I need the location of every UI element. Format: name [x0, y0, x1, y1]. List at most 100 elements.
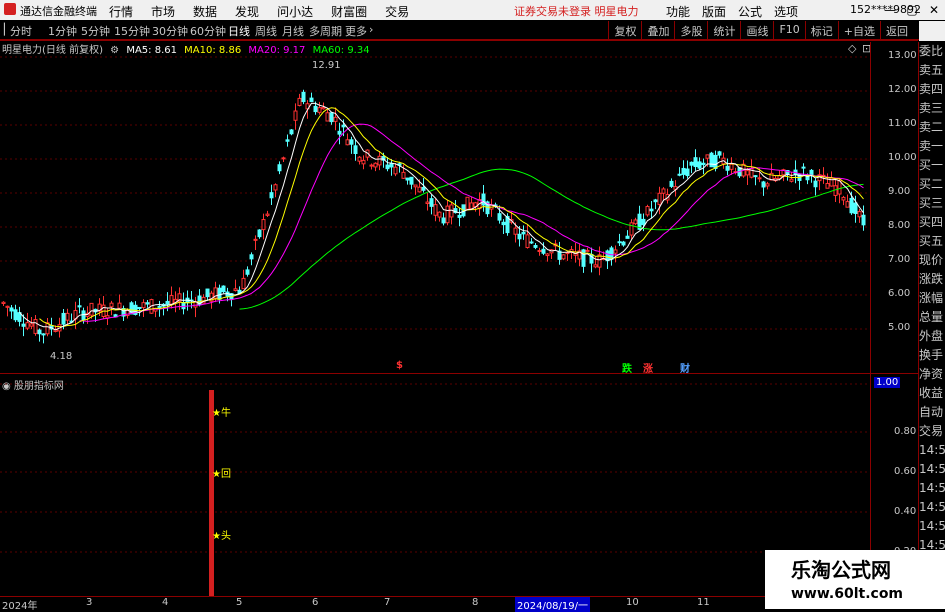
app-title: 通达信金融终端: [20, 5, 97, 18]
menu-wealth[interactable]: 财富圈: [322, 3, 376, 20]
minimize-icon[interactable]: —: [879, 0, 901, 20]
maximize-icon[interactable]: ▢: [901, 0, 923, 20]
menu-function[interactable]: 功能: [660, 3, 696, 20]
price-tick: 9.00: [888, 186, 911, 197]
adjust-button[interactable]: 复权: [608, 21, 641, 39]
candle-body: [597, 254, 602, 268]
menu-layout[interactable]: 版面: [696, 3, 732, 20]
price-tick: 10.00: [888, 152, 917, 163]
price-grid: [0, 56, 870, 330]
candle-body: [117, 302, 122, 309]
candle-body: [753, 175, 758, 178]
quote-field: 涨幅: [919, 291, 944, 305]
candle-body: [249, 254, 254, 260]
mark-button[interactable]: 标记: [804, 21, 838, 39]
candle-body: [585, 249, 590, 252]
quote-field: 买一: [919, 158, 944, 172]
candle-body: [21, 323, 26, 327]
back-button[interactable]: 返回: [880, 21, 913, 39]
pullback-signal: ★回: [212, 469, 231, 480]
quote-field: 14:56: [919, 462, 945, 476]
candle-body: [661, 188, 666, 194]
menu-data[interactable]: 数据: [184, 3, 226, 20]
period-weekly[interactable]: 周线: [255, 23, 277, 39]
period-daily[interactable]: 日线: [228, 23, 250, 39]
candle-body: [313, 105, 318, 113]
close-icon[interactable]: ✕: [923, 0, 945, 20]
candle-body: [89, 302, 94, 316]
overlay-button[interactable]: 叠加: [641, 21, 674, 39]
menu-formula[interactable]: 公式: [732, 3, 768, 20]
candle-body: [325, 112, 330, 122]
candle-body: [61, 312, 66, 325]
candle-body: [353, 145, 358, 155]
quote-field: 买二: [919, 177, 944, 191]
quote-field: 买五: [919, 234, 944, 248]
quote-field: 换手: [919, 348, 944, 362]
period-intraday[interactable]: 分时: [10, 23, 32, 39]
period-60min[interactable]: 60分钟: [190, 23, 226, 39]
candle-body: [729, 163, 734, 170]
candle-body: [401, 171, 406, 179]
period-30min[interactable]: 30分钟: [152, 23, 188, 39]
candle-body: [105, 315, 110, 319]
multi-stock-button[interactable]: 多股: [674, 21, 707, 39]
dividend-marker[interactable]: $: [396, 360, 403, 371]
candle-body: [369, 164, 374, 167]
indicator-tick: 0.80: [894, 426, 917, 437]
quote-field: 14:56: [919, 443, 945, 457]
candle-body: [813, 180, 818, 188]
candle-body: [349, 139, 354, 145]
candle-body: [9, 307, 14, 312]
candle-body: [629, 222, 634, 236]
candle-body: [861, 214, 866, 226]
candle-body: [357, 156, 362, 162]
quote-field: 卖三: [919, 101, 944, 115]
menu-ask[interactable]: 问小达: [268, 3, 322, 20]
candle-body: [433, 204, 438, 216]
menu-options[interactable]: 选项: [768, 3, 804, 20]
menu-market[interactable]: 市场: [142, 3, 184, 20]
toolbar-right: 复权 叠加 多股 统计 画线 F10 标记 +自选 返回: [608, 21, 913, 39]
candle-body: [497, 213, 502, 221]
draw-line-button[interactable]: 画线: [740, 21, 773, 39]
candle-body: [633, 219, 638, 225]
candle-body: [765, 183, 770, 187]
candle-body: [361, 159, 366, 165]
price-tick: 12.00: [888, 84, 917, 95]
date-tick: 5: [236, 597, 243, 608]
candle-body: [613, 249, 618, 254]
date-tick: 7: [384, 597, 391, 608]
candle-body: [169, 295, 174, 305]
quote-field: 卖五: [919, 63, 944, 77]
candle-body: [693, 157, 698, 168]
chart-settings-icon[interactable]: ◇: [848, 42, 856, 55]
period-15min[interactable]: 15分钟: [114, 23, 150, 39]
candle-body: [465, 196, 470, 210]
more-chevron-icon[interactable]: ›: [369, 23, 373, 36]
period-more[interactable]: 更多: [345, 23, 367, 39]
candle-body: [245, 269, 250, 275]
candle-body: [533, 245, 538, 248]
period-5min[interactable]: 5分钟: [81, 23, 110, 39]
statistics-button[interactable]: 统计: [707, 21, 740, 39]
period-monthly[interactable]: 月线: [282, 23, 304, 39]
period-multi[interactable]: 多周期: [309, 23, 342, 39]
menu-quotes[interactable]: 行情: [100, 3, 142, 20]
candle-body: [809, 169, 814, 176]
candle-body: [837, 180, 842, 195]
candle-body: [669, 180, 674, 187]
add-watchlist-button[interactable]: +自选: [837, 21, 880, 39]
candle-body: [293, 110, 298, 121]
menu-trade[interactable]: 交易: [376, 3, 418, 20]
price-tick: 6.00: [888, 288, 911, 299]
price-tick: 13.00: [888, 50, 917, 61]
f10-button[interactable]: F10: [773, 21, 804, 39]
candle-body: [337, 130, 342, 135]
quote-field: 卖一: [919, 139, 944, 153]
menu-discover[interactable]: 发现: [226, 3, 268, 20]
period-1min[interactable]: 1分钟: [48, 23, 77, 39]
candle-body: [385, 164, 390, 170]
candle-body: [681, 167, 686, 175]
date-tick: 4: [162, 597, 169, 608]
